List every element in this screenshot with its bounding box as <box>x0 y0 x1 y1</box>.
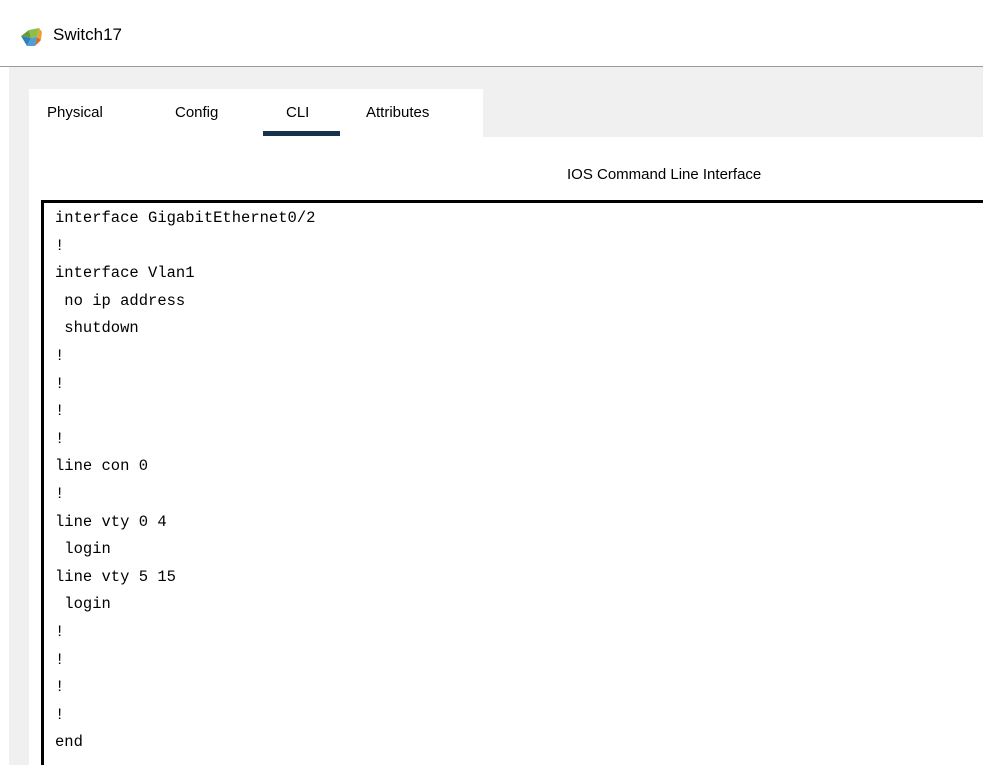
cli-line: line vty 5 15 <box>55 567 176 586</box>
cli-line: ! <box>55 650 65 669</box>
window-titlebar: Switch17 <box>0 0 983 67</box>
cli-line: login <box>55 540 111 559</box>
cli-line: ! <box>55 346 65 365</box>
tab-attributes[interactable]: Attributes <box>366 103 429 123</box>
cli-line: shutdown <box>55 319 139 338</box>
tab-cli[interactable]: CLI <box>286 103 309 123</box>
cli-line: interface Vlan1 <box>55 264 195 283</box>
cli-line: ! <box>55 484 65 503</box>
window-content: Physical Config CLI Attributes IOS Comma… <box>9 67 983 765</box>
cli-line: ! <box>55 236 65 255</box>
cli-line: ! <box>55 622 65 641</box>
cisco-device-icon <box>21 28 42 46</box>
window-title: Switch17 <box>53 25 122 44</box>
cli-line: no ip address <box>55 291 186 310</box>
cli-line: ! <box>55 678 65 697</box>
cli-line: ! <box>55 705 65 724</box>
cli-output: interface GigabitEthernet0/2! interface V… <box>44 203 983 757</box>
cli-terminal[interactable]: interface GigabitEthernet0/2! interface V… <box>41 200 983 765</box>
cli-heading: IOS Command Line Interface <box>567 166 762 183</box>
tab-physical[interactable]: Physical <box>47 103 103 123</box>
cli-line: end <box>55 733 83 752</box>
cli-line: ! <box>55 374 65 393</box>
tab-bar: Physical Config CLI Attributes <box>29 89 483 137</box>
cli-tab-panel: IOS Command Line Interface interface Gig… <box>29 137 983 765</box>
active-tab-indicator <box>263 131 340 136</box>
cli-line: interface GigabitEthernet0/2 <box>55 209 316 227</box>
cli-line: ! <box>55 402 65 421</box>
cli-line: line con 0 <box>55 457 149 476</box>
cli-line: line vty 0 4 <box>55 512 167 531</box>
tab-config[interactable]: Config <box>175 103 218 123</box>
cli-line: ! <box>55 429 65 448</box>
cli-line: login <box>55 595 111 614</box>
